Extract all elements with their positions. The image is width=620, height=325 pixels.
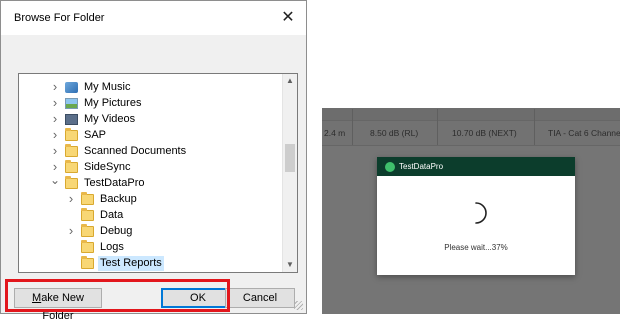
loading-spinner-icon: [475, 202, 487, 224]
chevron-down-icon[interactable]: ⌄: [49, 174, 61, 191]
scroll-up-icon[interactable]: ▲: [283, 74, 297, 88]
folder-icon: [81, 223, 94, 237]
make-new-folder-button[interactable]: Make New Folder: [14, 288, 102, 322]
scroll-thumb[interactable]: [285, 144, 295, 172]
table-divider: [437, 109, 438, 145]
tree-item[interactable]: › Backup: [19, 191, 283, 207]
progress-modal: TestDataPro Please wait...37%: [377, 157, 575, 275]
folder-tree-list: › My Music › My Pictures › My Videos › SAP › Scan…: [19, 74, 283, 272]
chevron-right-icon[interactable]: ›: [65, 191, 77, 207]
cancel-button[interactable]: Cancel: [225, 288, 295, 308]
tree-item[interactable]: Data: [19, 207, 283, 223]
folder-icon: [65, 143, 78, 157]
table-cell-length: 2.4 m: [324, 128, 346, 138]
folder-icon: [81, 255, 94, 269]
tree-item[interactable]: › My Videos: [19, 111, 283, 127]
tree-item[interactable]: › My Music: [19, 79, 283, 95]
chevron-right-icon[interactable]: ›: [49, 271, 61, 272]
videos-icon: [65, 113, 78, 125]
close-icon[interactable]: ✕: [278, 8, 298, 28]
tree-scrollbar[interactable]: ▲ ▼: [282, 74, 297, 272]
tree-item-label: Backup: [100, 192, 137, 205]
tree-item-label: Debug: [100, 224, 133, 237]
table-header-row: [322, 108, 620, 120]
tree-item-label: Logs: [100, 240, 124, 253]
scroll-down-icon[interactable]: ▼: [283, 258, 297, 272]
folder-icon: [81, 191, 94, 205]
tree-item[interactable]: Logs: [19, 239, 283, 255]
tree-item-label: Data: [100, 208, 124, 221]
folder-tree[interactable]: › My Music › My Pictures › My Videos › SAP › Scan…: [18, 73, 298, 273]
tree-item-label: SAP: [84, 128, 107, 141]
folder-icon: [81, 207, 94, 221]
tree-item-label: TestDataPro: [84, 176, 145, 189]
tree-item-label: Scanned Documents: [84, 144, 187, 157]
tree-item[interactable]: › Scanned Documents: [19, 143, 283, 159]
folder-icon: [65, 127, 78, 141]
table-row: 2.4 m 8.50 dB (RL) 10.70 dB (NEXT) TIA -…: [322, 109, 620, 146]
table-cell-rl: 8.50 dB (RL): [370, 128, 419, 138]
tree-item[interactable]: ⌄ TestDataPro: [19, 174, 283, 191]
music-icon: [65, 81, 78, 93]
tree-item-label: SideSync: [84, 160, 131, 173]
tree-item[interactable]: › VideoDownload: [19, 271, 283, 272]
ok-button[interactable]: OK: [161, 288, 235, 308]
modal-header: TestDataPro: [377, 157, 575, 176]
table-cell-next: 10.70 dB (NEXT): [452, 128, 517, 138]
folder-icon: [65, 159, 78, 173]
chevron-right-icon[interactable]: ›: [65, 223, 77, 239]
modal-title: TestDataPro: [399, 162, 444, 171]
table-divider: [352, 109, 353, 145]
chevron-right-icon[interactable]: ›: [49, 79, 61, 95]
tree-item[interactable]: › My Pictures: [19, 95, 283, 111]
folder-icon: [65, 175, 78, 189]
tree-item-label: Test Reports: [98, 255, 164, 271]
tree-item-label: VideoDownload: [82, 272, 163, 273]
progress-status-text: Please wait...37%: [444, 243, 508, 252]
tree-item-label: My Videos: [84, 112, 136, 125]
dialog-title-bar: Browse For Folder ✕: [1, 1, 306, 35]
browse-for-folder-dialog: Browse For Folder ✕ › My Music › My Picture…: [0, 0, 307, 322]
chevron-right-icon[interactable]: ›: [49, 127, 61, 143]
tree-item[interactable]: › Debug: [19, 223, 283, 239]
chevron-right-icon[interactable]: ›: [49, 111, 61, 127]
chevron-right-icon[interactable]: ›: [49, 95, 61, 111]
tree-item[interactable]: › SAP: [19, 127, 283, 143]
tree-item-label: My Pictures: [84, 96, 142, 109]
chevron-right-icon[interactable]: ›: [49, 143, 61, 159]
tree-item[interactable]: Test Reports: [19, 255, 283, 271]
table-divider: [534, 109, 535, 145]
testdatapro-logo-icon: [385, 162, 395, 172]
resize-grip[interactable]: [294, 301, 303, 310]
pictures-icon: [65, 97, 78, 109]
folder-icon: [81, 239, 94, 253]
table-cell-standard: TIA - Cat 6 Channel: [548, 128, 620, 138]
dialog-title: Browse For Folder: [14, 12, 105, 24]
tree-item-label: My Music: [84, 80, 131, 93]
